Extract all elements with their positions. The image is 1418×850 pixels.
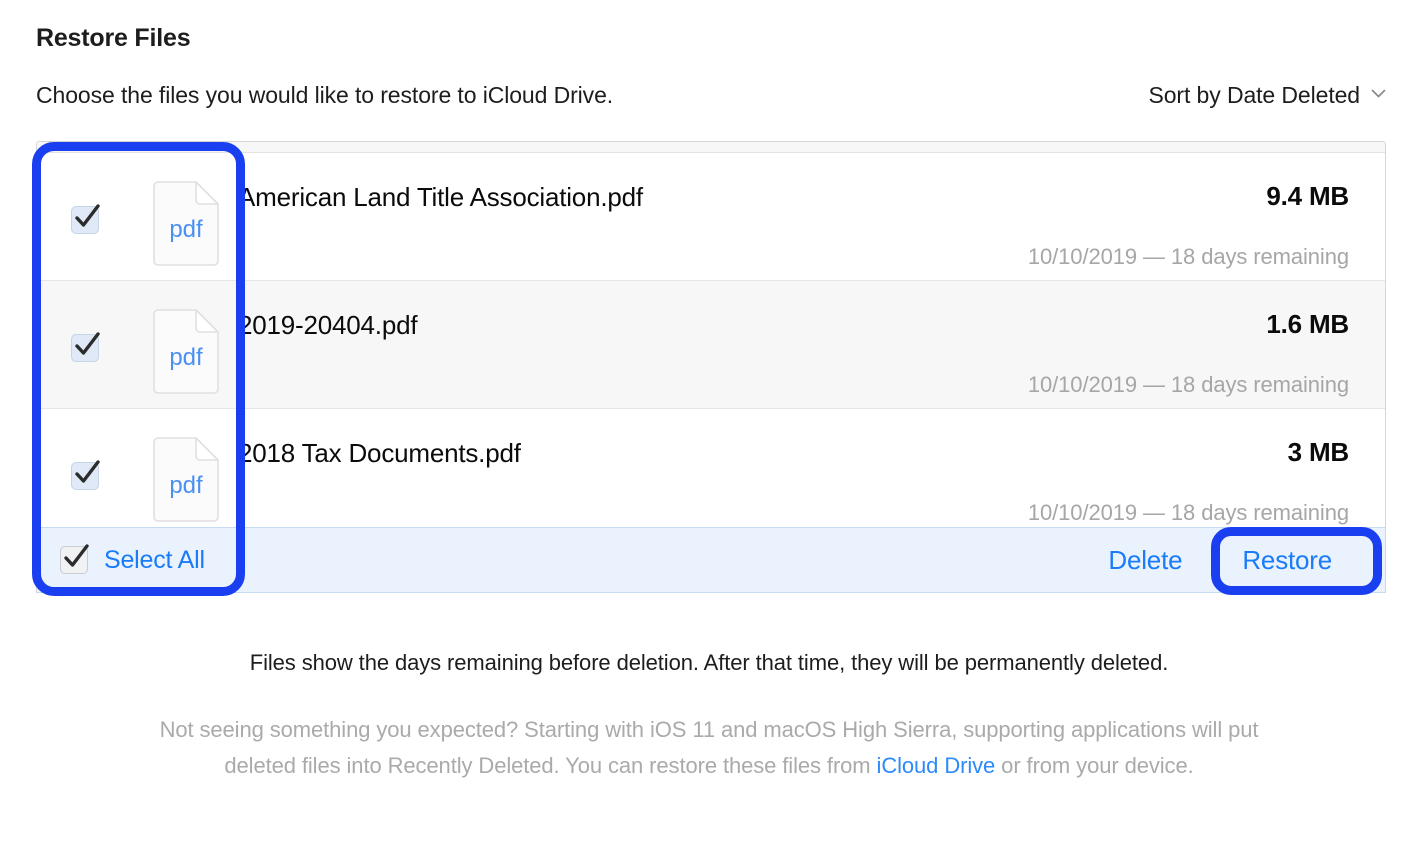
- row-details: American Land Title Association.pdf: [238, 153, 1385, 213]
- page-title: Restore Files: [36, 24, 191, 52]
- row-checkbox-cell: [37, 409, 133, 490]
- table-row[interactable]: pdf 2019-20404.pdf 1.6 MB 10/10/2019 — 1…: [37, 281, 1385, 409]
- action-bar: Select All Delete Restore: [36, 527, 1386, 593]
- file-size: 1.6 MB: [1266, 309, 1349, 339]
- row-checkbox[interactable]: [71, 460, 100, 490]
- chevron-down-icon: [1371, 86, 1386, 101]
- row-file-icon-cell: pdf: [133, 281, 238, 394]
- row-checkbox[interactable]: [71, 204, 100, 234]
- table-row[interactable]: pdf 2018 Tax Documents.pdf 3 MB 10/10/20…: [37, 409, 1385, 537]
- pdf-file-icon: pdf: [152, 309, 219, 394]
- row-checkbox-cell: [37, 153, 133, 234]
- file-size: 9.4 MB: [1266, 181, 1349, 211]
- icloud-drive-link[interactable]: iCloud Drive: [877, 753, 996, 778]
- file-date-remaining: 10/10/2019 — 18 days remaining: [1027, 244, 1349, 269]
- svg-text:pdf: pdf: [169, 216, 203, 243]
- pdf-file-icon: pdf: [152, 181, 219, 266]
- sort-by-dropdown[interactable]: Sort by Date Deleted: [1148, 82, 1386, 109]
- file-name: American Land Title Association.pdf: [238, 182, 643, 212]
- page-subtitle: Choose the files you would like to resto…: [36, 82, 614, 108]
- file-size: 3 MB: [1287, 437, 1350, 467]
- row-details: 2018 Tax Documents.pdf: [238, 409, 1385, 469]
- svg-text:pdf: pdf: [169, 344, 203, 371]
- select-all-label: Select All: [104, 545, 205, 574]
- checkmark-icon: [70, 328, 104, 362]
- row-checkbox-cell: [37, 281, 133, 362]
- list-header-strip: [37, 142, 1385, 153]
- row-file-icon-cell: pdf: [133, 409, 238, 522]
- table-row[interactable]: pdf American Land Title Association.pdf …: [37, 153, 1385, 281]
- restore-button[interactable]: Restore: [1242, 545, 1332, 576]
- delete-button[interactable]: Delete: [1108, 545, 1182, 576]
- row-checkbox[interactable]: [71, 332, 100, 362]
- select-all-control[interactable]: Select All: [60, 544, 205, 575]
- row-details: 2019-20404.pdf: [238, 281, 1385, 341]
- checkmark-icon: [70, 456, 104, 490]
- svg-text:pdf: pdf: [169, 472, 203, 499]
- file-name: 2018 Tax Documents.pdf: [238, 438, 521, 468]
- pdf-file-icon: pdf: [152, 437, 219, 522]
- file-date-remaining: 10/10/2019 — 18 days remaining: [1027, 372, 1349, 397]
- file-date-remaining: 10/10/2019 — 18 days remaining: [1027, 500, 1349, 525]
- select-all-checkbox[interactable]: [60, 544, 89, 574]
- checkmark-icon: [70, 200, 104, 234]
- footer-help-text: Not seeing something you expected? Start…: [142, 712, 1276, 784]
- footer-help-suffix: or from your device.: [995, 753, 1194, 778]
- row-file-icon-cell: pdf: [133, 153, 238, 266]
- checkmark-icon: [59, 540, 93, 574]
- footer-note: Files show the days remaining before del…: [249, 650, 1169, 675]
- file-list: pdf American Land Title Association.pdf …: [36, 141, 1386, 593]
- sort-by-label: Sort by Date Deleted: [1148, 82, 1360, 108]
- file-name: 2019-20404.pdf: [238, 310, 418, 340]
